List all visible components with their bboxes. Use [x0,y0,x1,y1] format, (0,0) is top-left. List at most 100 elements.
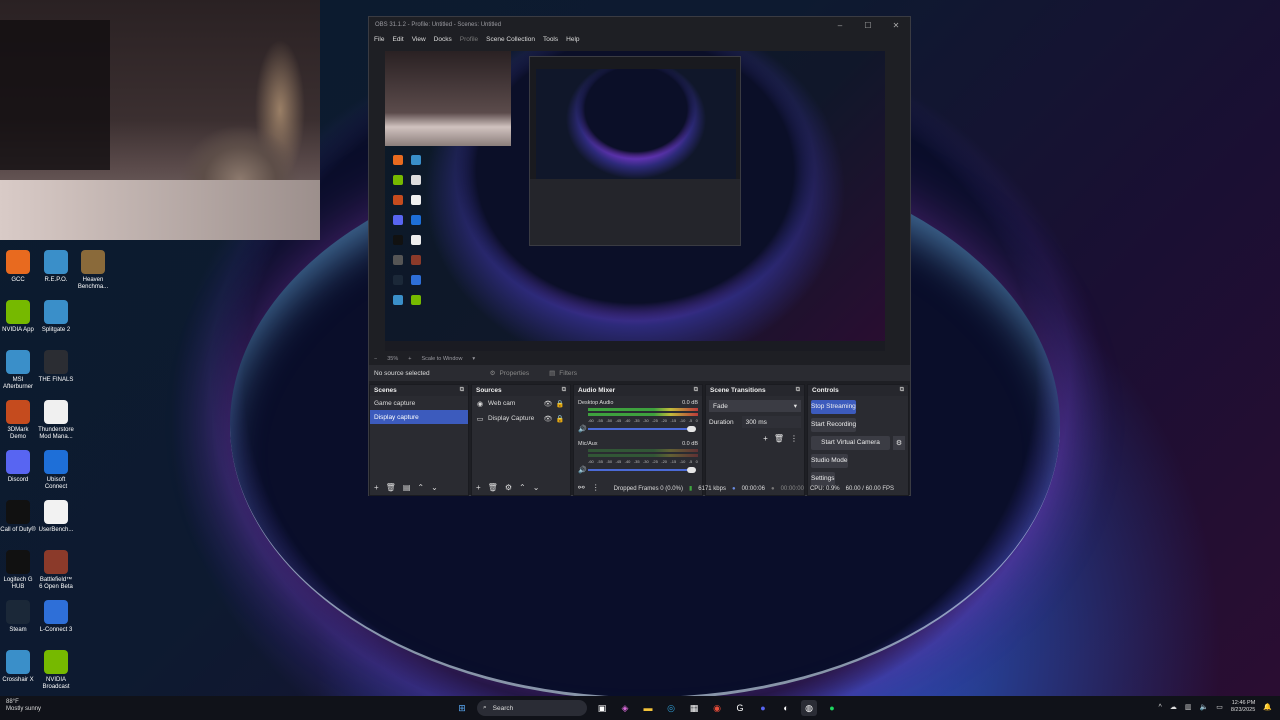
speaker-icon[interactable]: 🔊 [578,466,588,474]
chevron-down-icon[interactable]: ▾ [472,356,475,362]
store-icon[interactable]: ▦ [686,700,702,716]
cpu-usage: CPU: 0.9% [809,485,840,492]
spotify-icon[interactable]: ● [824,700,840,716]
desktop-icon-label: UserBench... [38,527,74,533]
zoom-out-icon[interactable]: − [374,356,377,362]
desktop-icon[interactable]: Logitech G HUB [0,550,36,591]
menu-docks[interactable]: Docks [434,36,452,43]
volume-icon[interactable]: 🔈 [1199,703,1208,711]
menu-scene-collection[interactable]: Scene Collection [486,36,535,43]
weather-widget[interactable]: 88°F Mostly sunny [6,699,41,713]
notification-icon[interactable]: 🔔 [1263,703,1272,711]
scale-mode[interactable]: Scale to Window [421,356,462,362]
source-item-web-cam[interactable]: ◉ Web cam 👁 🔒 [472,396,570,411]
desktop-icon[interactable]: GCC [0,250,36,284]
menu-file[interactable]: File [374,36,384,43]
popout-icon[interactable]: ⧉ [562,387,566,394]
menu-profile[interactable]: Profile [460,36,478,43]
add-icon[interactable]: + [763,434,768,443]
eye-icon[interactable]: 👁 [542,415,554,423]
desktop-icon[interactable]: Splitgate 2 [38,300,74,334]
network-icon[interactable]: ▥ [1185,703,1192,711]
minimize-icon[interactable]: – [826,21,854,30]
steam-icon[interactable]: ◐ [778,700,794,716]
logitech-icon[interactable]: G [732,700,748,716]
zoom-in-icon[interactable]: + [408,356,411,362]
windows-start-icon[interactable]: ⊞ [454,700,470,716]
menu-bar: File Edit View Docks Profile Scene Colle… [369,33,910,45]
maximize-icon[interactable]: ☐ [854,21,882,30]
chrome-icon[interactable]: ◉ [709,700,725,716]
gauge-icon [44,500,68,524]
menu-help[interactable]: Help [566,36,579,43]
discord-icon[interactable]: ● [755,700,771,716]
file-icon [44,400,68,424]
properties-button[interactable]: ⚙ Properties [490,369,529,378]
popout-icon[interactable]: ⧉ [900,387,904,394]
desktop-icon-label: 3DMark Demo [7,427,29,440]
file-explorer-icon[interactable]: ▬ [640,700,656,716]
edge-icon[interactable]: ◎ [663,700,679,716]
lock-icon[interactable]: 🔒 [554,415,566,423]
search-box[interactable]: ⌕ Search [477,700,587,716]
volume-slider[interactable] [588,426,696,432]
no-source-label: No source selected [374,369,430,377]
task-view-icon[interactable]: ▣ [594,700,610,716]
obs-icon[interactable]: ◍ [801,700,817,716]
speaker-icon[interactable]: 🔊 [578,425,588,433]
desktop-icon[interactable]: L-Connect 3 [38,600,74,634]
start-recording-button[interactable]: Start Recording [811,418,857,432]
desktop-icon[interactable]: R.E.P.O. [38,250,74,284]
studio-mode-button[interactable]: Studio Mode [811,454,848,468]
transition-select[interactable]: Fade ▾ [709,400,801,412]
desktop-icon[interactable]: 3DMark Demo [0,400,36,441]
menu-tools[interactable]: Tools [543,36,558,43]
trash-icon[interactable]: 🗑 [774,434,784,443]
start-virtual-camera-button[interactable]: Start Virtual Camera [811,436,890,450]
desktop-icon[interactable]: THE FINALS [38,350,74,384]
desktop-icon[interactable]: Crosshair X [0,650,36,684]
stop-streaming-button[interactable]: Stop Streaming [811,400,856,414]
filters-button[interactable]: ▤ Filters [549,369,577,378]
desktop-icon[interactable]: NVIDIA Broadcast [38,650,74,691]
menu-edit[interactable]: Edit [392,36,403,43]
heaven-icon [81,250,105,274]
copilot-icon[interactable]: ◈ [617,700,633,716]
scene-item-game-capture[interactable]: Game capture [370,396,468,410]
close-icon[interactable]: ✕ [882,21,910,30]
desktop-icon[interactable]: Thunderstore Mod Mana... [38,400,74,441]
more-icon[interactable]: ⋮ [790,434,798,443]
scale-tick: -60 [588,459,594,464]
eye-icon[interactable]: 👁 [542,400,554,408]
source-item-display-capture[interactable]: ▭ Display Capture 👁 🔒 [472,411,570,426]
cloud-icon[interactable]: ☁ [1170,703,1177,711]
menu-view[interactable]: View [412,36,426,43]
battlefield-icon [44,550,68,574]
scene-item-display-capture[interactable]: Display capture [370,410,468,424]
desktop-icon[interactable]: Ubisoft Connect [38,450,74,491]
desktop-icon[interactable]: Heaven Benchma... [75,250,111,291]
volume-slider[interactable] [588,467,696,473]
steam-icon [6,600,30,624]
desktop-icon[interactable]: UserBench... [38,500,74,534]
desktop-icon[interactable]: NVIDIA App [0,300,36,334]
desktop-icon[interactable]: Steam [0,600,36,634]
popout-icon[interactable]: ⧉ [694,387,698,394]
popout-icon[interactable]: ⧉ [460,387,464,394]
desktop-icon[interactable]: MSI Afterburner [0,350,36,391]
gear-icon[interactable]: ⚙ [893,436,905,450]
battery-icon[interactable]: ▭ [1216,703,1223,711]
desktop-icon[interactable]: Discord [0,450,36,484]
duration-input[interactable]: 300 ms [741,416,801,428]
popout-icon[interactable]: ⧉ [796,387,800,394]
level-meter [588,413,698,416]
nvidia-icon [6,300,30,324]
clock[interactable]: 12:46 PM 8/23/2025 [1231,700,1255,714]
chevron-up-icon[interactable]: ^ [1159,704,1162,711]
lock-icon[interactable]: 🔒 [554,400,566,408]
stream-icon: ● [731,485,736,492]
desktop-icon[interactable]: Call of Duty® [0,500,36,534]
temperature: 88°F [6,699,19,705]
preview-canvas[interactable] [385,51,885,351]
desktop-icon[interactable]: Battlefield™ 6 Open Beta [38,550,74,591]
